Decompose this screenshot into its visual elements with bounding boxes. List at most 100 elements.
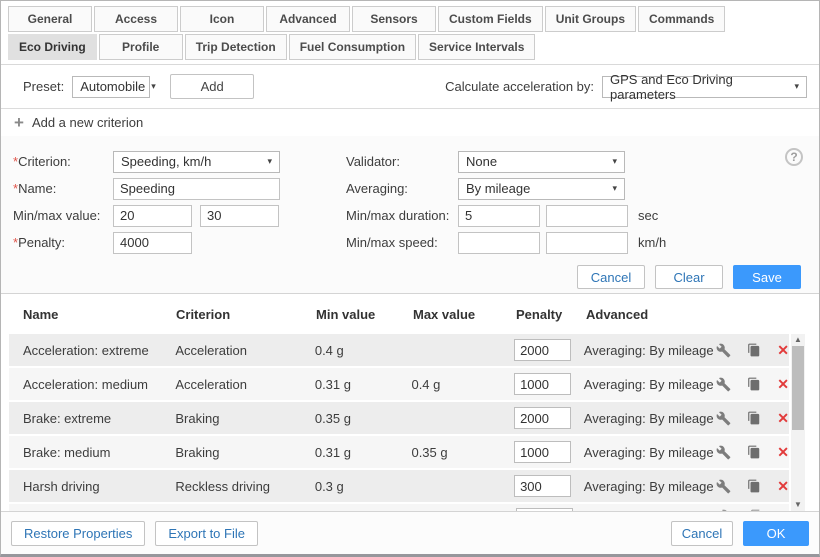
name-input[interactable] <box>113 178 280 200</box>
tab-trip-detection[interactable]: Trip Detection <box>185 34 287 60</box>
tab-bar: General Access Icon Advanced Sensors Cus… <box>1 1 819 65</box>
row-name: Brake: extreme <box>23 411 175 426</box>
penalty-input[interactable] <box>113 232 192 254</box>
add-criterion-label: Add a new criterion <box>32 115 143 130</box>
edit-wrench-icon[interactable] <box>715 342 731 358</box>
table-header: Name Criterion Min value Max value Penal… <box>1 294 819 334</box>
scroll-thumb[interactable] <box>792 346 804 430</box>
tab-eco-driving[interactable]: Eco Driving <box>8 34 97 60</box>
row-name: Acceleration: extreme <box>23 343 175 358</box>
row-criterion: Acceleration <box>175 377 314 392</box>
max-value-input[interactable] <box>200 205 279 227</box>
penalty-label: *Penalty: <box>13 235 113 250</box>
add-criterion-link[interactable]: + Add a new criterion <box>1 109 819 136</box>
validator-select[interactable]: None ▾ <box>458 151 625 173</box>
table-row-partial <box>9 504 789 511</box>
max-duration-input[interactable] <box>546 205 628 227</box>
row-penalty-input[interactable] <box>514 339 571 361</box>
restore-properties-button[interactable]: Restore Properties <box>11 521 145 546</box>
row-min-value: 0.4 g <box>315 343 412 358</box>
criterion-select-value: Speeding, km/h <box>121 154 211 169</box>
save-button[interactable]: Save <box>733 265 801 289</box>
edit-wrench-icon[interactable] <box>718 508 734 511</box>
table-row: Brake: extreme Braking 0.35 g Averaging:… <box>9 402 789 434</box>
edit-wrench-icon[interactable] <box>715 376 731 392</box>
tab-sensors[interactable]: Sensors <box>352 6 436 32</box>
row-penalty-input[interactable] <box>516 508 573 511</box>
preset-label: Preset: <box>23 79 64 94</box>
min-speed-input[interactable] <box>458 232 540 254</box>
help-icon[interactable]: ? <box>785 148 803 166</box>
table-row: Harsh driving Reckless driving 0.3 g Ave… <box>9 470 789 502</box>
preset-select-value: Automobile <box>80 79 145 94</box>
copy-icon[interactable] <box>749 508 765 511</box>
plus-icon: + <box>14 114 24 131</box>
tab-icon[interactable]: Icon <box>180 6 264 32</box>
duration-unit: sec <box>638 208 658 223</box>
copy-icon[interactable] <box>746 342 762 358</box>
name-label: *Name: <box>13 181 113 196</box>
scrollbar[interactable]: ▲ ▼ <box>791 334 805 511</box>
edit-wrench-icon[interactable] <box>715 410 731 426</box>
tab-commands[interactable]: Commands <box>638 6 725 32</box>
row-criterion: Braking <box>175 411 314 426</box>
criteria-table: Acceleration: extreme Acceleration 0.4 g… <box>1 334 819 511</box>
row-penalty-input[interactable] <box>514 373 571 395</box>
min-value-input[interactable] <box>113 205 192 227</box>
cancel-button[interactable]: Cancel <box>577 265 645 289</box>
tab-fuel-consumption[interactable]: Fuel Consumption <box>289 34 416 60</box>
footer-cancel-button[interactable]: Cancel <box>671 521 733 546</box>
row-name: Acceleration: medium <box>23 377 175 392</box>
tab-advanced[interactable]: Advanced <box>266 6 350 32</box>
add-preset-button[interactable]: Add <box>170 74 254 99</box>
row-name: Brake: medium <box>23 445 175 460</box>
row-criterion: Reckless driving <box>175 479 314 494</box>
tab-service-intervals[interactable]: Service Intervals <box>418 34 535 60</box>
delete-icon[interactable]: ✕ <box>777 411 789 425</box>
criterion-label: *Criterion: <box>13 154 113 169</box>
edit-wrench-icon[interactable] <box>715 478 731 494</box>
tab-profile[interactable]: Profile <box>99 34 183 60</box>
preset-select[interactable]: Automobile ▾ <box>72 76 150 98</box>
min-duration-input[interactable] <box>458 205 540 227</box>
row-penalty-input[interactable] <box>514 441 571 463</box>
ok-button[interactable]: OK <box>743 521 809 546</box>
edit-wrench-icon[interactable] <box>715 444 731 460</box>
delete-icon[interactable]: ✕ <box>777 377 789 391</box>
row-min-value: 0.31 g <box>315 445 412 460</box>
copy-icon[interactable] <box>746 444 762 460</box>
validator-select-value: None <box>466 154 497 169</box>
caret-down-icon: ▾ <box>145 81 156 92</box>
row-penalty-input[interactable] <box>514 475 571 497</box>
scroll-down-icon[interactable]: ▼ <box>794 499 802 511</box>
row-advanced: Averaging: By mileage <box>584 411 715 426</box>
minmax-duration-label: Min/max duration: <box>346 208 458 223</box>
row-penalty-input[interactable] <box>514 407 571 429</box>
tab-access[interactable]: Access <box>94 6 178 32</box>
copy-icon[interactable] <box>746 376 762 392</box>
tab-custom-fields[interactable]: Custom Fields <box>438 6 543 32</box>
tab-general[interactable]: General <box>8 6 92 32</box>
calc-acceleration-select[interactable]: GPS and Eco Driving parameters ▾ <box>602 76 807 98</box>
averaging-select[interactable]: By mileage ▾ <box>458 178 625 200</box>
delete-icon[interactable]: ✕ <box>777 445 789 459</box>
delete-icon[interactable]: ✕ <box>777 479 789 493</box>
criterion-select[interactable]: Speeding, km/h ▾ <box>113 151 280 173</box>
averaging-label: Averaging: <box>346 181 458 196</box>
max-speed-input[interactable] <box>546 232 628 254</box>
export-to-file-button[interactable]: Export to File <box>155 521 258 546</box>
row-max-value: 0.35 g <box>411 445 514 460</box>
tab-unit-groups[interactable]: Unit Groups <box>545 6 636 32</box>
row-criterion: Acceleration <box>175 343 314 358</box>
caret-down-icon: ▾ <box>606 183 617 194</box>
table-row: Brake: medium Braking 0.31 g 0.35 g Aver… <box>9 436 789 468</box>
copy-icon[interactable] <box>746 410 762 426</box>
delete-icon[interactable]: ✕ <box>777 343 789 357</box>
caret-down-icon: ▾ <box>606 156 617 167</box>
row-min-value: 0.35 g <box>315 411 412 426</box>
copy-icon[interactable] <box>746 478 762 494</box>
scroll-up-icon[interactable]: ▲ <box>794 334 802 346</box>
header-min-value: Min value <box>316 307 413 322</box>
clear-button[interactable]: Clear <box>655 265 723 289</box>
row-min-value: 0.3 g <box>315 479 412 494</box>
